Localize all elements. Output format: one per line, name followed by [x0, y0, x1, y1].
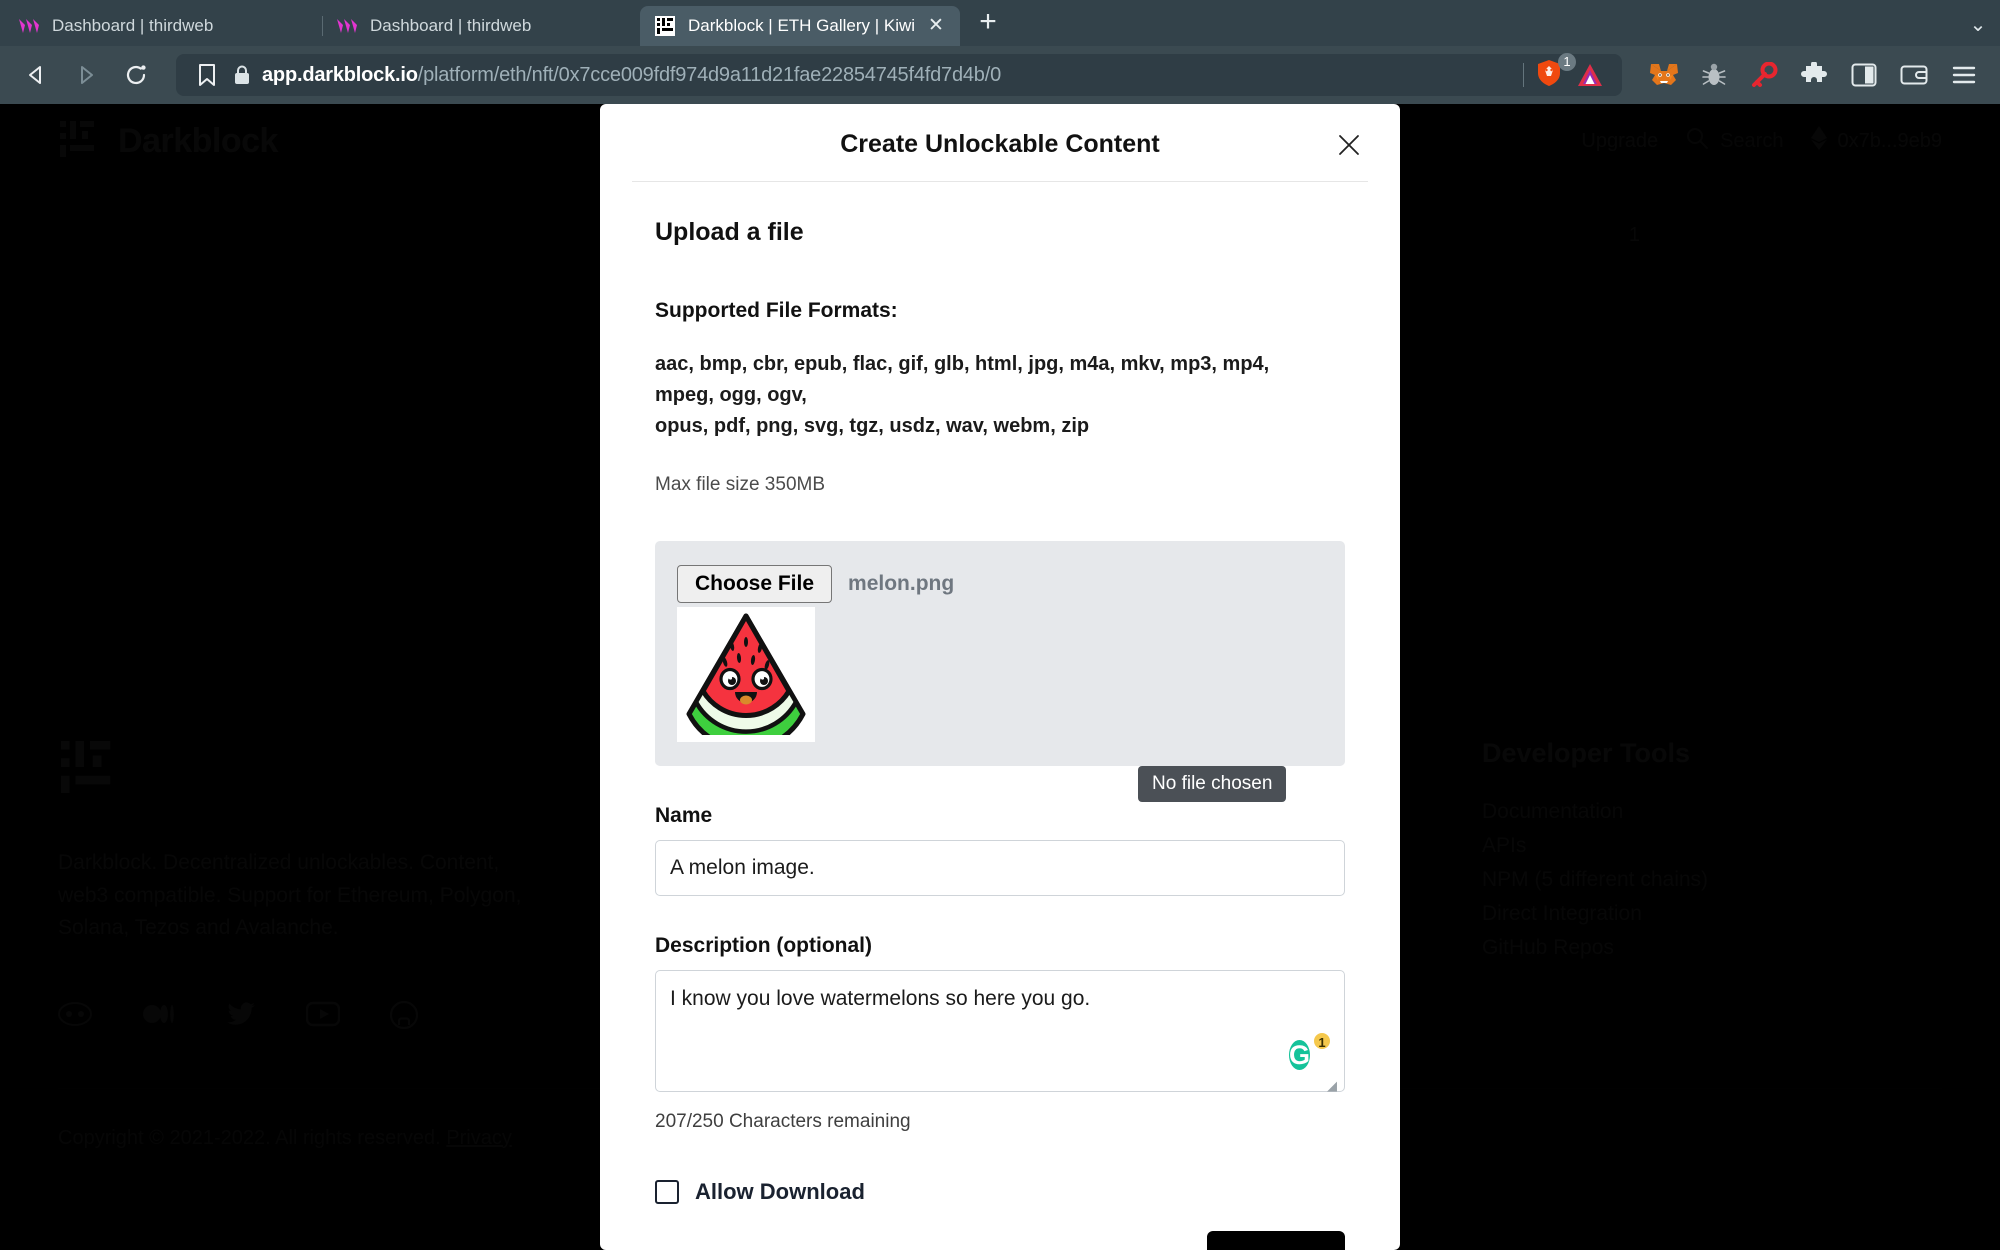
file-preview-thumbnail [677, 607, 815, 742]
selected-file-name: melon.png [848, 572, 955, 595]
lock-icon [234, 65, 250, 85]
wallet-icon[interactable] [1892, 53, 1936, 97]
sidebar-panel-icon[interactable] [1842, 53, 1886, 97]
url-text[interactable]: app.darkblock.io/platform/eth/nft/0x7cce… [262, 64, 1511, 87]
url-path: /platform/eth/nft/0x7cce009fdf974d9a11d2… [417, 63, 1002, 86]
modal-title: Create Unlockable Content [840, 130, 1160, 158]
create-button[interactable]: Create [1207, 1231, 1345, 1250]
extension-toolbar [1642, 53, 1986, 97]
bookmark-icon[interactable] [192, 60, 222, 90]
grammarly-badge-count: 1 [1312, 1031, 1332, 1051]
modal-body: Upload a file Supported File Formats: aa… [600, 182, 1400, 1250]
file-dropzone[interactable]: Choose File melon.png [655, 541, 1345, 766]
description-wrapper: ◢ G 1 [655, 970, 1345, 1097]
browser-tab-1[interactable]: Dashboard | thirdweb ✕ [4, 6, 322, 46]
file-picker-row: Choose File melon.png [677, 565, 1323, 603]
file-input-tooltip: No file chosen [1138, 766, 1287, 802]
tab-title: Darkblock | ETH Gallery | Kiwi N [688, 16, 914, 35]
url-divider [1523, 63, 1524, 87]
grammarly-letter: G [1289, 1040, 1311, 1070]
close-icon[interactable] [1334, 130, 1364, 160]
tab-strip: Dashboard | thirdweb ✕ Dashboard | third… [0, 0, 2000, 46]
back-arrow-icon[interactable] [14, 53, 58, 97]
supported-formats-list: aac, bmp, cbr, epub, flac, gif, glb, htm… [655, 349, 1315, 442]
hamburger-menu-icon[interactable] [1942, 53, 1986, 97]
thirdweb-icon [18, 15, 40, 37]
forward-arrow-icon [64, 53, 108, 97]
allow-download-row[interactable]: Allow Download [655, 1179, 1345, 1205]
metamask-fox-icon[interactable] [1642, 53, 1686, 97]
choose-file-button[interactable]: Choose File [677, 565, 833, 603]
tab-title: Dashboard | thirdweb [52, 16, 214, 35]
supported-formats-heading: Supported File Formats: [655, 299, 898, 322]
max-file-size-note: Max file size 350MB [655, 474, 826, 495]
modal-header: Create Unlockable Content [600, 104, 1400, 181]
puzzle-piece-icon[interactable] [1792, 53, 1836, 97]
browser-tab-2[interactable]: Dashboard | thirdweb ✕ [322, 6, 640, 46]
navigation-toolbar: app.darkblock.io/platform/eth/nft/0x7cce… [0, 46, 2000, 104]
resize-handle-icon[interactable]: ◢ [1327, 1079, 1341, 1093]
description-field-label: Description (optional) [655, 934, 872, 957]
name-field-label: Name [655, 804, 713, 827]
grammarly-icon[interactable]: G 1 [1289, 1031, 1332, 1075]
url-domain: app.darkblock.io [262, 63, 418, 86]
upload-heading: Upload a file [655, 218, 804, 246]
allow-download-label: Allow Download [695, 1179, 865, 1204]
thirdweb-icon [336, 15, 358, 37]
shields-badge-count: 1 [1558, 52, 1576, 71]
darkblock-icon [654, 15, 676, 37]
close-icon[interactable]: ✕ [926, 16, 946, 36]
new-tab-button[interactable]: + [968, 4, 1008, 44]
brave-rewards-triangle-icon[interactable] [1574, 59, 1606, 91]
formats-line-1: aac, bmp, cbr, epub, flac, gif, glb, htm… [655, 353, 1270, 406]
browser-tab-3[interactable]: Darkblock | ETH Gallery | Kiwi N ✕ [640, 6, 960, 46]
reload-icon[interactable] [114, 53, 158, 97]
chevron-down-icon[interactable]: ⌄ [1956, 4, 2000, 44]
watermelon-slice-icon [682, 610, 810, 742]
url-bar[interactable]: app.darkblock.io/platform/eth/nft/0x7cce… [176, 52, 1622, 96]
tab-title: Dashboard | thirdweb [370, 16, 532, 35]
character-count-label: 207/250 Characters remaining [655, 1111, 911, 1132]
modal-actions: Create [655, 1231, 1345, 1250]
name-input[interactable] [655, 840, 1345, 896]
key-icon[interactable] [1742, 53, 1786, 97]
brave-shields-button[interactable]: 1 [1536, 52, 1576, 92]
bug-icon[interactable] [1692, 53, 1736, 97]
formats-line-2: opus, pdf, png, svg, tgz, usdz, wav, web… [655, 415, 1090, 437]
create-unlockable-content-modal: Create Unlockable Content Upload a file … [600, 104, 1400, 1250]
browser-window: Dashboard | thirdweb ✕ Dashboard | third… [0, 0, 2000, 1250]
allow-download-checkbox[interactable] [655, 1180, 679, 1204]
description-textarea[interactable] [655, 970, 1345, 1092]
